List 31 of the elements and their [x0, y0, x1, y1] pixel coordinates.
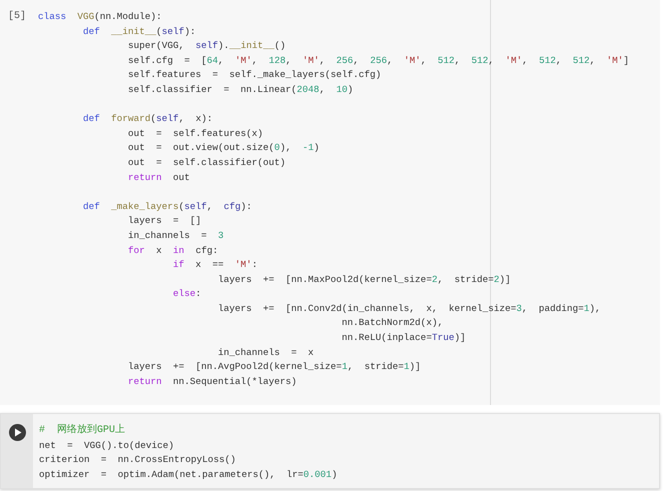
code-line: optimizer = optim.Adam(net.parameters(), lr=0.001) [39, 468, 338, 482]
code-line: self.classifier = nn.Linear(2048, 10) [127, 82, 354, 97]
code-line: out = self.classifier(out) [127, 156, 287, 170]
cell-prompt: [5] [7, 10, 26, 24]
code-line: criterion = nn.CrossEntropyLoss() [39, 453, 237, 468]
code-line: in_channels = 3 [127, 228, 225, 243]
code-line: self.features = self._make_layers(self.cfg) [127, 68, 382, 82]
code-line: out = out.view(out.size(0), -1) [127, 141, 320, 156]
code-line: return nn.Sequential(*layers) [127, 374, 298, 389]
play-icon [14, 428, 22, 437]
code-line: def _make_layers(self, cfg): [82, 200, 253, 214]
code-line: net = VGG().to(device) [39, 438, 176, 453]
run-button[interactable] [8, 424, 26, 441]
code-line: nn.BatchNorm2d(x), [340, 316, 444, 330]
code-line: def __init__(self): [82, 24, 197, 39]
code-line: else: [172, 287, 202, 302]
code-line: self.cfg = [64, 'M', 128, 'M', 256, 256, 'M', 512, 512, 'M', 512, 512, 'M'] [127, 54, 630, 68]
code-line: def forward(self, x): [82, 112, 214, 126]
code-line: layers += [nn.MaxPool2d(kernel_size=2, stride=2)] [217, 272, 512, 287]
code-line: return out [127, 170, 191, 185]
code-line: # 网络放到GPU上 [39, 424, 126, 438]
code-line: layers += [nn.AvgPool2d(kernel_size=1, stride=1)] [127, 360, 422, 374]
code-line: layers += [nn.Conv2d(in_channels, x, kernel_size=3, padding=1), [217, 302, 602, 316]
code-line: if x == 'M': [172, 258, 258, 272]
code-line: layers = [] [127, 214, 202, 228]
code-line: super(VGG, self).__init__() [127, 39, 287, 54]
code-line: class VGG(nn.Module): [38, 10, 163, 24]
code-line: for x in cfg: [127, 244, 220, 258]
code-line: in_channels = x [217, 346, 315, 360]
code-line: out = self.features(x) [127, 126, 264, 141]
code-line: nn.ReLU(inplace=True)] [340, 331, 467, 346]
